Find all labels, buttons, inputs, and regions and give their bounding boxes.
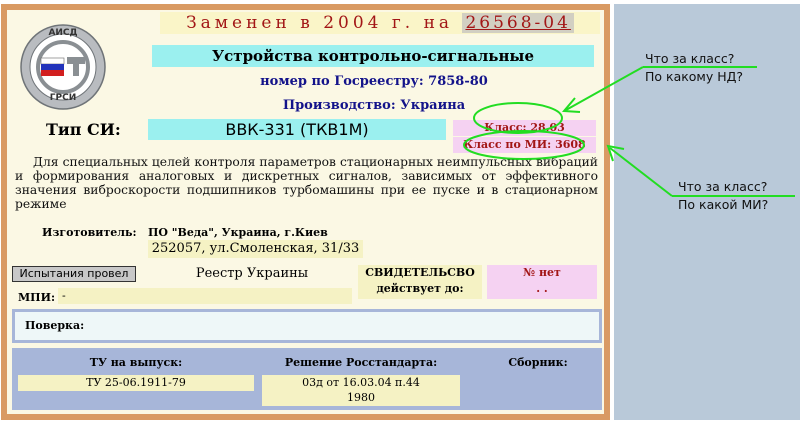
annotation-question-mi: Что за класс? По какой МИ? [678, 178, 796, 214]
class-nd-highlight [473, 102, 563, 134]
class-mi-highlight [463, 130, 585, 160]
annotation-question-nd: Что за класс? По какому НД? [645, 50, 795, 86]
annotation-mi-line1: Что за класс? [678, 179, 768, 194]
annotation-mi-line2: По какой МИ? [678, 197, 769, 212]
annotation-nd-line1: Что за класс? [645, 51, 735, 66]
annotation-nd-line2: По какому НД? [645, 69, 744, 84]
